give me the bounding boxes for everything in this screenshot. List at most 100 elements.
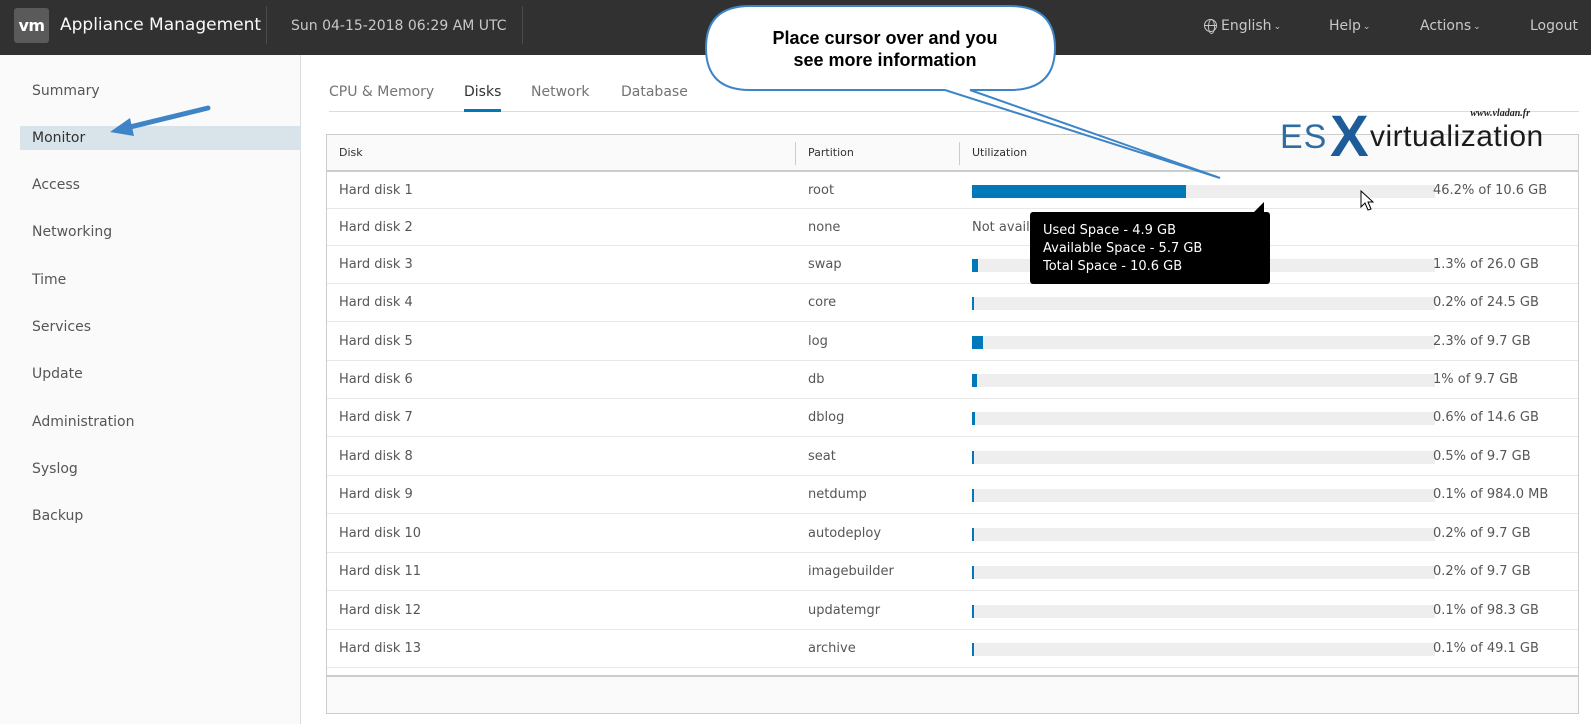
utilization-bar[interactable]	[972, 643, 1435, 656]
partition-cell: log	[808, 334, 828, 349]
partition-cell: core	[808, 295, 837, 310]
actions-label: Actions	[1420, 18, 1472, 34]
disk-name-cell: Hard disk 5	[339, 334, 413, 349]
utilization-bar[interactable]	[972, 374, 1435, 387]
utilization-bar-fill	[972, 297, 974, 310]
table-row[interactable]: Hard disk 3 swap 1.3% of 26.0 GB	[327, 246, 1578, 284]
sidebar-item-administration[interactable]: Administration	[20, 410, 301, 434]
table-row[interactable]: Hard disk 8 seat 0.5% of 9.7 GB	[327, 437, 1578, 476]
callout-line-2: see more information	[793, 50, 977, 70]
tab-database[interactable]: Database	[621, 84, 688, 112]
watermark-url: www.vladan.fr	[1470, 108, 1530, 119]
disk-name-cell: Hard disk 6	[339, 372, 413, 387]
disk-name-cell: Hard disk 9	[339, 487, 413, 502]
utilization-bar-fill	[972, 336, 983, 349]
watermark-text: virtualization	[1370, 120, 1544, 153]
callout-line-1: Place cursor over and you	[772, 28, 998, 48]
utilization-bar-fill	[972, 451, 974, 464]
utilization-bar-fill	[972, 489, 974, 502]
utilization-bar-fill	[972, 259, 978, 272]
utilization-bar-fill	[972, 528, 974, 541]
utilization-label: 0.2% of 9.7 GB	[1433, 526, 1531, 541]
utilization-bar[interactable]	[972, 605, 1435, 618]
partition-cell: none	[808, 220, 841, 235]
table-row[interactable]: Hard disk 2 none Not avail	[327, 210, 1578, 246]
disk-name-cell: Hard disk 10	[339, 526, 422, 541]
header-divider	[522, 6, 523, 44]
utilization-label: 0.1% of 984.0 MB	[1433, 487, 1549, 502]
table-footer	[327, 675, 1578, 713]
help-label: Help	[1329, 18, 1361, 34]
utilization-bar[interactable]	[972, 489, 1435, 502]
utilization-bar[interactable]	[972, 297, 1435, 310]
help-menu[interactable]: Help ⌄	[1329, 18, 1370, 34]
sidebar-item-access[interactable]: Access	[20, 173, 301, 197]
sidebar-item-syslog[interactable]: Syslog	[20, 457, 301, 481]
table-row[interactable]: Hard disk 13 archive 0.1% of 49.1 GB	[327, 630, 1578, 668]
table-row[interactable]: Hard disk 10 autodeploy 0.2% of 9.7 GB	[327, 514, 1578, 553]
utilization-label: 1% of 9.7 GB	[1433, 372, 1519, 387]
utilization-label: 0.6% of 14.6 GB	[1433, 410, 1539, 425]
tab-network[interactable]: Network	[531, 84, 589, 112]
utilization-label: 0.1% of 98.3 GB	[1433, 603, 1539, 618]
sidebar-item-networking[interactable]: Networking	[20, 220, 301, 244]
tooltip-used-space: Used Space - 4.9 GB	[1043, 223, 1177, 238]
partition-cell: autodeploy	[808, 526, 882, 541]
chevron-down-icon: ⌄	[1362, 22, 1371, 32]
chevron-down-icon: ⌄	[1473, 22, 1481, 32]
utilization-label: 0.2% of 9.7 GB	[1433, 564, 1531, 579]
utilization-bar-fill	[972, 605, 974, 618]
partition-cell: updatemgr	[808, 603, 881, 618]
utilization-label: 46.2% of 10.6 GB	[1433, 183, 1548, 198]
utilization-label: 0.5% of 9.7 GB	[1433, 449, 1531, 464]
table-row[interactable]: Hard disk 9 netdump 0.1% of 984.0 MB	[327, 476, 1578, 514]
callout-text: Place cursor over and you see more infor…	[735, 27, 1035, 71]
utilization-bar[interactable]	[972, 336, 1435, 349]
vmware-logo[interactable]: vm	[14, 8, 49, 43]
sidebar-item-time[interactable]: Time	[20, 268, 301, 292]
utilization-label: 0.2% of 24.5 GB	[1433, 295, 1539, 310]
table-row[interactable]: Hard disk 7 dblog 0.6% of 14.6 GB	[327, 399, 1578, 437]
disk-name-cell: Hard disk 1	[339, 183, 413, 198]
disk-name-cell: Hard disk 3	[339, 257, 413, 272]
table-row[interactable]: Hard disk 5 log 2.3% of 9.7 GB	[327, 322, 1578, 361]
tab-disks[interactable]: Disks	[464, 84, 502, 112]
tab-cpu-memory[interactable]: CPU & Memory	[329, 84, 434, 112]
sidebar-item-backup[interactable]: Backup	[20, 504, 301, 528]
table-row[interactable]: Hard disk 4 core 0.2% of 24.5 GB	[327, 284, 1578, 322]
logout-link[interactable]: Logout	[1530, 18, 1578, 34]
utilization-bar[interactable]	[972, 566, 1435, 579]
partition-cell: dblog	[808, 410, 845, 425]
partition-cell: swap	[808, 257, 842, 272]
table-row[interactable]: Hard disk 6 db 1% of 9.7 GB	[327, 361, 1578, 399]
column-header-disk[interactable]: Disk	[339, 146, 363, 159]
sidebar-item-services[interactable]: Services	[20, 315, 301, 339]
tooltip-pointer	[1254, 202, 1264, 212]
header-divider	[266, 6, 267, 44]
utilization-bar[interactable]	[972, 451, 1435, 464]
watermark-es: ES	[1280, 118, 1328, 156]
disk-name-cell: Hard disk 8	[339, 449, 413, 464]
partition-cell: netdump	[808, 487, 867, 502]
disk-name-cell: Hard disk 13	[339, 641, 422, 656]
app-title: Appliance Management	[60, 15, 262, 35]
sidebar-item-update[interactable]: Update	[20, 362, 301, 386]
utilization-label: 1.3% of 26.0 GB	[1433, 257, 1539, 272]
actions-menu[interactable]: Actions ⌄	[1420, 18, 1481, 34]
partition-cell: imagebuilder	[808, 564, 894, 579]
utilization-label: 2.3% of 9.7 GB	[1433, 334, 1531, 349]
mouse-cursor-icon	[1360, 190, 1374, 211]
disk-name-cell: Hard disk 4	[339, 295, 413, 310]
table-row[interactable]: Hard disk 12 updatemgr 0.1% of 98.3 GB	[327, 591, 1578, 630]
watermark-x: X	[1330, 104, 1369, 169]
header-datetime: Sun 04-15-2018 06:29 AM UTC	[291, 18, 507, 34]
tooltip-available-space: Available Space - 5.7 GB	[1043, 241, 1203, 256]
utilization-label: Not avail	[972, 220, 1030, 235]
table-row[interactable]: Hard disk 11 imagebuilder 0.2% of 9.7 GB	[327, 553, 1578, 591]
disks-table: Disk Partition Utilization Hard disk 1 ro…	[326, 134, 1579, 714]
utilization-bar[interactable]	[972, 528, 1435, 541]
partition-cell: archive	[808, 641, 856, 656]
partition-cell: seat	[808, 449, 836, 464]
utilization-tooltip: Used Space - 4.9 GB Available Space - 5.…	[1030, 212, 1270, 284]
utilization-bar[interactable]	[972, 412, 1435, 425]
